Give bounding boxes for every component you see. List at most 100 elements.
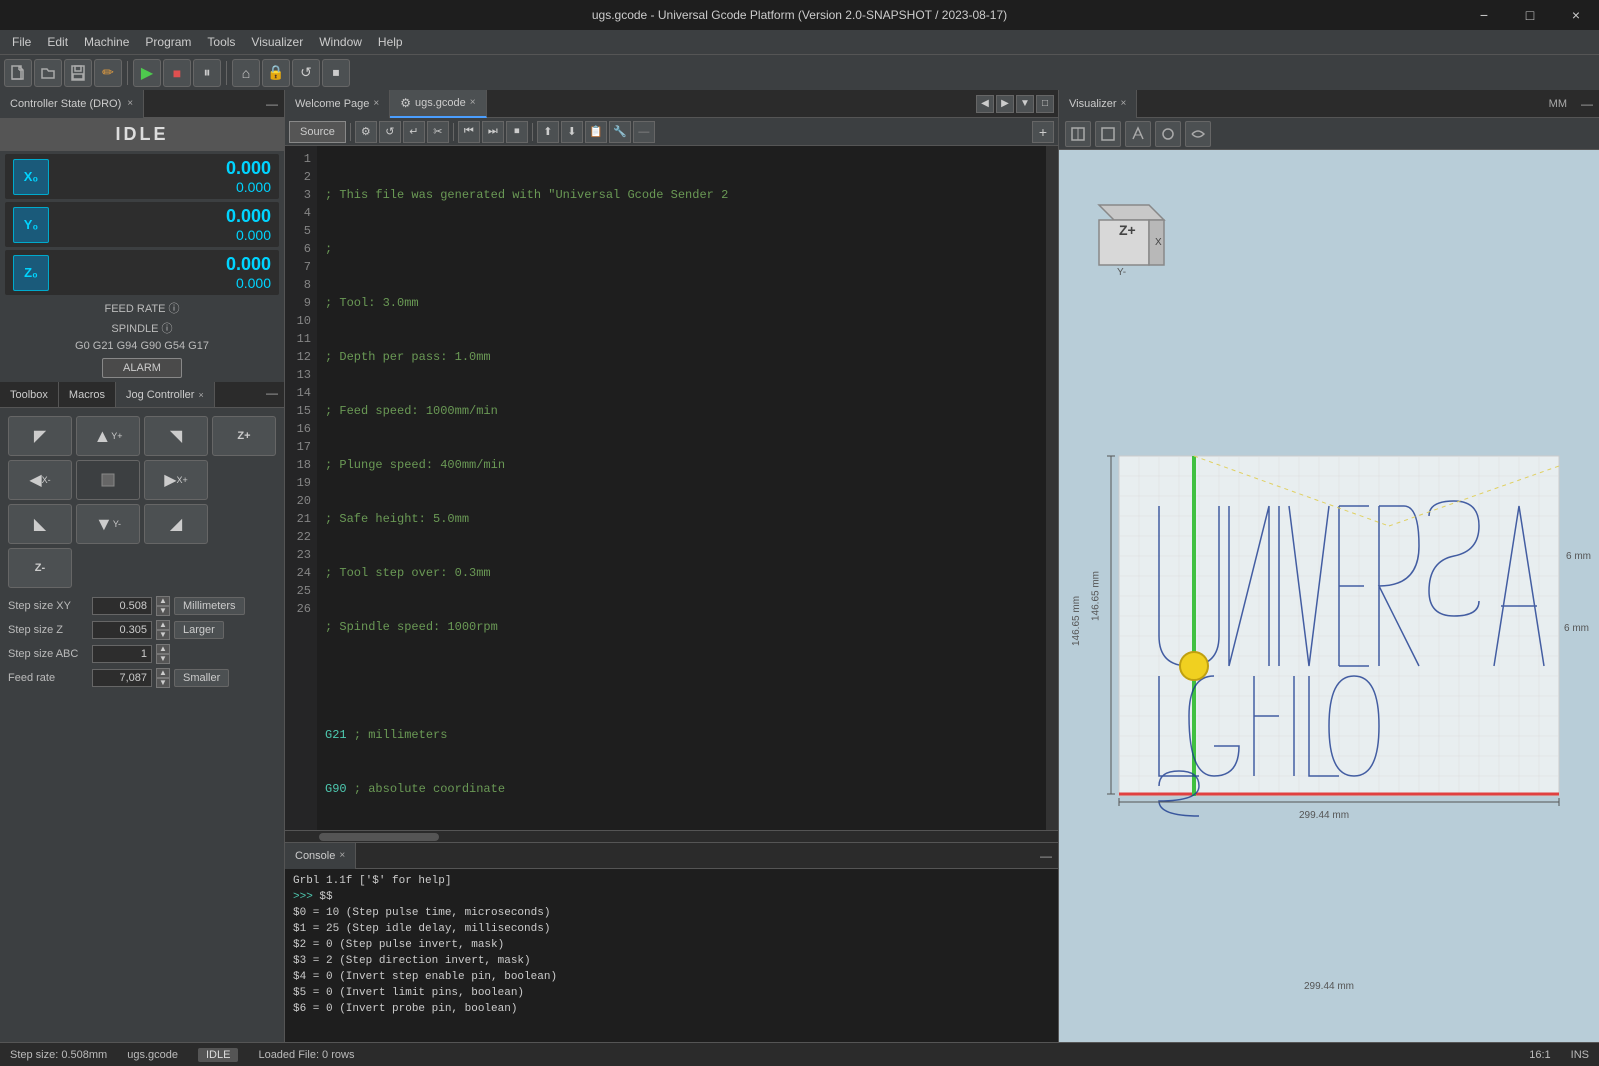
smaller-button[interactable]: Smaller: [174, 669, 229, 687]
source-btn-5[interactable]: ⏮: [458, 121, 480, 143]
feed-rate-row: Feed rate ▲ ▼ Smaller: [8, 668, 276, 688]
jog-z-plus[interactable]: Z+: [212, 416, 276, 456]
jog-z-minus[interactable]: Z-: [8, 548, 72, 588]
jog-diag-tl[interactable]: ◤: [8, 416, 72, 456]
jog-y-plus[interactable]: ▲Y+: [76, 416, 140, 456]
menu-visualizer[interactable]: Visualizer: [243, 31, 311, 53]
source-add-button[interactable]: +: [1032, 121, 1054, 143]
dro-minimize-icon[interactable]: —: [260, 93, 284, 115]
jog-close-icon[interactable]: ×: [198, 390, 203, 400]
tab-toolbox[interactable]: Toolbox: [0, 382, 59, 407]
source-refresh-icon[interactable]: ↺: [379, 121, 401, 143]
source-step-icon[interactable]: ↵: [403, 121, 425, 143]
viz-btn-4[interactable]: [1155, 121, 1181, 147]
viz-tab[interactable]: Visualizer ×: [1059, 90, 1137, 118]
step-xy-input[interactable]: [92, 597, 152, 615]
source-tab-button[interactable]: Source: [289, 121, 346, 143]
jog-x-minus[interactable]: ◀X-: [8, 460, 72, 500]
source-btn-7[interactable]: ⏹: [506, 121, 528, 143]
tab-welcome[interactable]: Welcome Page ×: [285, 90, 390, 118]
step-xy-down[interactable]: ▼: [156, 606, 170, 616]
maximize-button[interactable]: □: [1507, 0, 1553, 30]
viz-btn-5[interactable]: [1185, 121, 1211, 147]
step-z-down[interactable]: ▼: [156, 630, 170, 640]
h-scrollbar[interactable]: [285, 830, 1058, 842]
menu-file[interactable]: File: [4, 31, 39, 53]
source-settings-icon[interactable]: ⚙: [355, 121, 377, 143]
source-btn-9[interactable]: ⬇: [561, 121, 583, 143]
alarm-button[interactable]: ALARM: [102, 358, 182, 378]
menu-machine[interactable]: Machine: [76, 31, 137, 53]
menu-help[interactable]: Help: [370, 31, 411, 53]
nav-down-button[interactable]: ▼: [1016, 95, 1034, 113]
console-close[interactable]: ×: [339, 850, 345, 861]
feed-rate-down[interactable]: ▼: [156, 678, 170, 688]
dro-close-icon[interactable]: ×: [127, 98, 133, 109]
menu-program[interactable]: Program: [137, 31, 199, 53]
toolbar-open[interactable]: [34, 59, 62, 87]
source-btn-8[interactable]: ⬆: [537, 121, 559, 143]
nav-left-button[interactable]: ◀: [976, 95, 994, 113]
step-abc-down[interactable]: ▼: [156, 654, 170, 664]
dro-z-label[interactable]: Z₀: [13, 255, 49, 291]
step-abc-row: Step size ABC ▲ ▼: [8, 644, 276, 664]
tab-ugs-close[interactable]: ×: [470, 97, 476, 108]
jog-diag-bl[interactable]: ◣: [8, 504, 72, 544]
editor-scrollbar[interactable]: [1046, 146, 1058, 830]
source-btn-10[interactable]: 📋: [585, 121, 607, 143]
viz-btn-1[interactable]: [1065, 121, 1091, 147]
console-minimize[interactable]: —: [1034, 845, 1058, 867]
source-btn-11[interactable]: 🔧: [609, 121, 631, 143]
menu-tools[interactable]: Tools: [199, 31, 243, 53]
menu-edit[interactable]: Edit: [39, 31, 76, 53]
toolbar-save[interactable]: [64, 59, 92, 87]
step-abc-up[interactable]: ▲: [156, 644, 170, 654]
jog-diag-br[interactable]: ◢: [144, 504, 208, 544]
code-content[interactable]: ; This file was generated with "Universa…: [317, 146, 1046, 830]
source-cut-icon[interactable]: ✂: [427, 121, 449, 143]
toolbar-pause[interactable]: ⏸: [193, 59, 221, 87]
toolbar-lock[interactable]: 🔒: [262, 59, 290, 87]
jog-minimize-icon[interactable]: —: [260, 382, 284, 407]
ln-12: 12: [285, 348, 311, 366]
viz-minimize[interactable]: —: [1575, 93, 1599, 115]
nav-maximize-button[interactable]: □: [1036, 95, 1054, 113]
toolbar-edit[interactable]: ✏: [94, 59, 122, 87]
jog-diag-tr[interactable]: ◥: [144, 416, 208, 456]
toolbar-play[interactable]: ▶: [133, 59, 161, 87]
viz-btn-3[interactable]: [1125, 121, 1151, 147]
step-z-up[interactable]: ▲: [156, 620, 170, 630]
tab-welcome-close[interactable]: ×: [373, 98, 379, 109]
tab-ugs-gcode[interactable]: ⚙ ugs.gcode ×: [390, 90, 486, 118]
toolbar-home[interactable]: ⌂: [232, 59, 260, 87]
toolbar-reset[interactable]: ↺: [292, 59, 320, 87]
console-tab[interactable]: Console ×: [285, 843, 356, 869]
viz-btn-2[interactable]: [1095, 121, 1121, 147]
console-content[interactable]: Grbl 1.1f ['$' for help] >>> $$ $0 = 10 …: [285, 869, 1058, 1042]
minimize-button[interactable]: −: [1461, 0, 1507, 30]
dro-x-label[interactable]: X₀: [13, 159, 49, 195]
source-btn-12[interactable]: —: [633, 121, 655, 143]
close-button[interactable]: ×: [1553, 0, 1599, 30]
jog-center[interactable]: [76, 460, 140, 500]
source-btn-6[interactable]: ⏭: [482, 121, 504, 143]
viz-close[interactable]: ×: [1121, 98, 1127, 109]
step-abc-input[interactable]: [92, 645, 152, 663]
step-z-input[interactable]: [92, 621, 152, 639]
toolbar-new[interactable]: [4, 59, 32, 87]
feed-rate-up[interactable]: ▲: [156, 668, 170, 678]
dro-y-label[interactable]: Y₀: [13, 207, 49, 243]
step-xy-up[interactable]: ▲: [156, 596, 170, 606]
nav-right-button[interactable]: ▶: [996, 95, 1014, 113]
menu-window[interactable]: Window: [311, 31, 370, 53]
toolbar-stop[interactable]: ■: [163, 59, 191, 87]
larger-button[interactable]: Larger: [174, 621, 224, 639]
jog-y-minus[interactable]: ▼Y-: [76, 504, 140, 544]
feed-rate-input[interactable]: [92, 669, 152, 687]
dro-tab[interactable]: Controller State (DRO) ×: [0, 90, 144, 118]
tab-jog[interactable]: Jog Controller ×: [116, 382, 215, 407]
unit-mm-button[interactable]: Millimeters: [174, 597, 245, 615]
toolbar-estop[interactable]: ⏹: [322, 59, 350, 87]
jog-x-plus[interactable]: ▶X+: [144, 460, 208, 500]
tab-macros[interactable]: Macros: [59, 382, 116, 407]
